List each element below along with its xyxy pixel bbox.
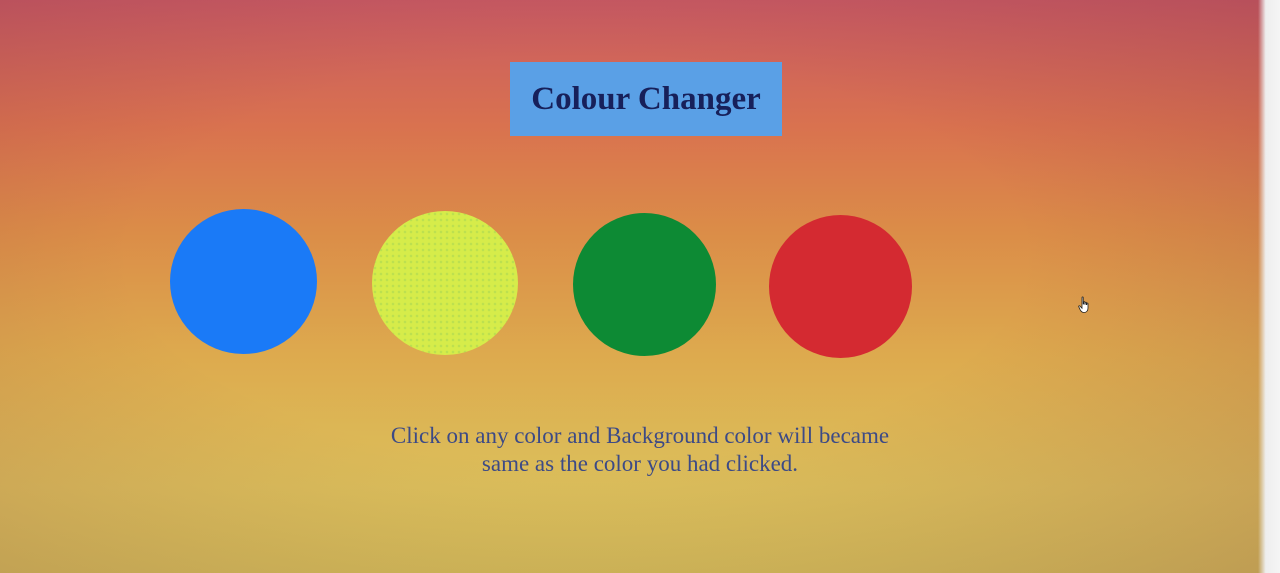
green-color-button[interactable]: [573, 213, 716, 356]
title-box: Colour Changer: [510, 62, 782, 136]
yellow-color-button[interactable]: [372, 211, 518, 355]
instruction-line-2: same as the color you had clicked.: [481, 451, 799, 476]
page-title: Colour Changer: [531, 80, 761, 117]
red-color-button[interactable]: [769, 215, 912, 358]
screen-edge: [1258, 0, 1280, 573]
blue-color-button[interactable]: [170, 209, 317, 354]
hand-pointer-icon: [1078, 296, 1089, 313]
instruction-text: Click on any color and Background color …: [340, 422, 940, 478]
instruction-line-1: Click on any color and Background color …: [390, 423, 890, 448]
